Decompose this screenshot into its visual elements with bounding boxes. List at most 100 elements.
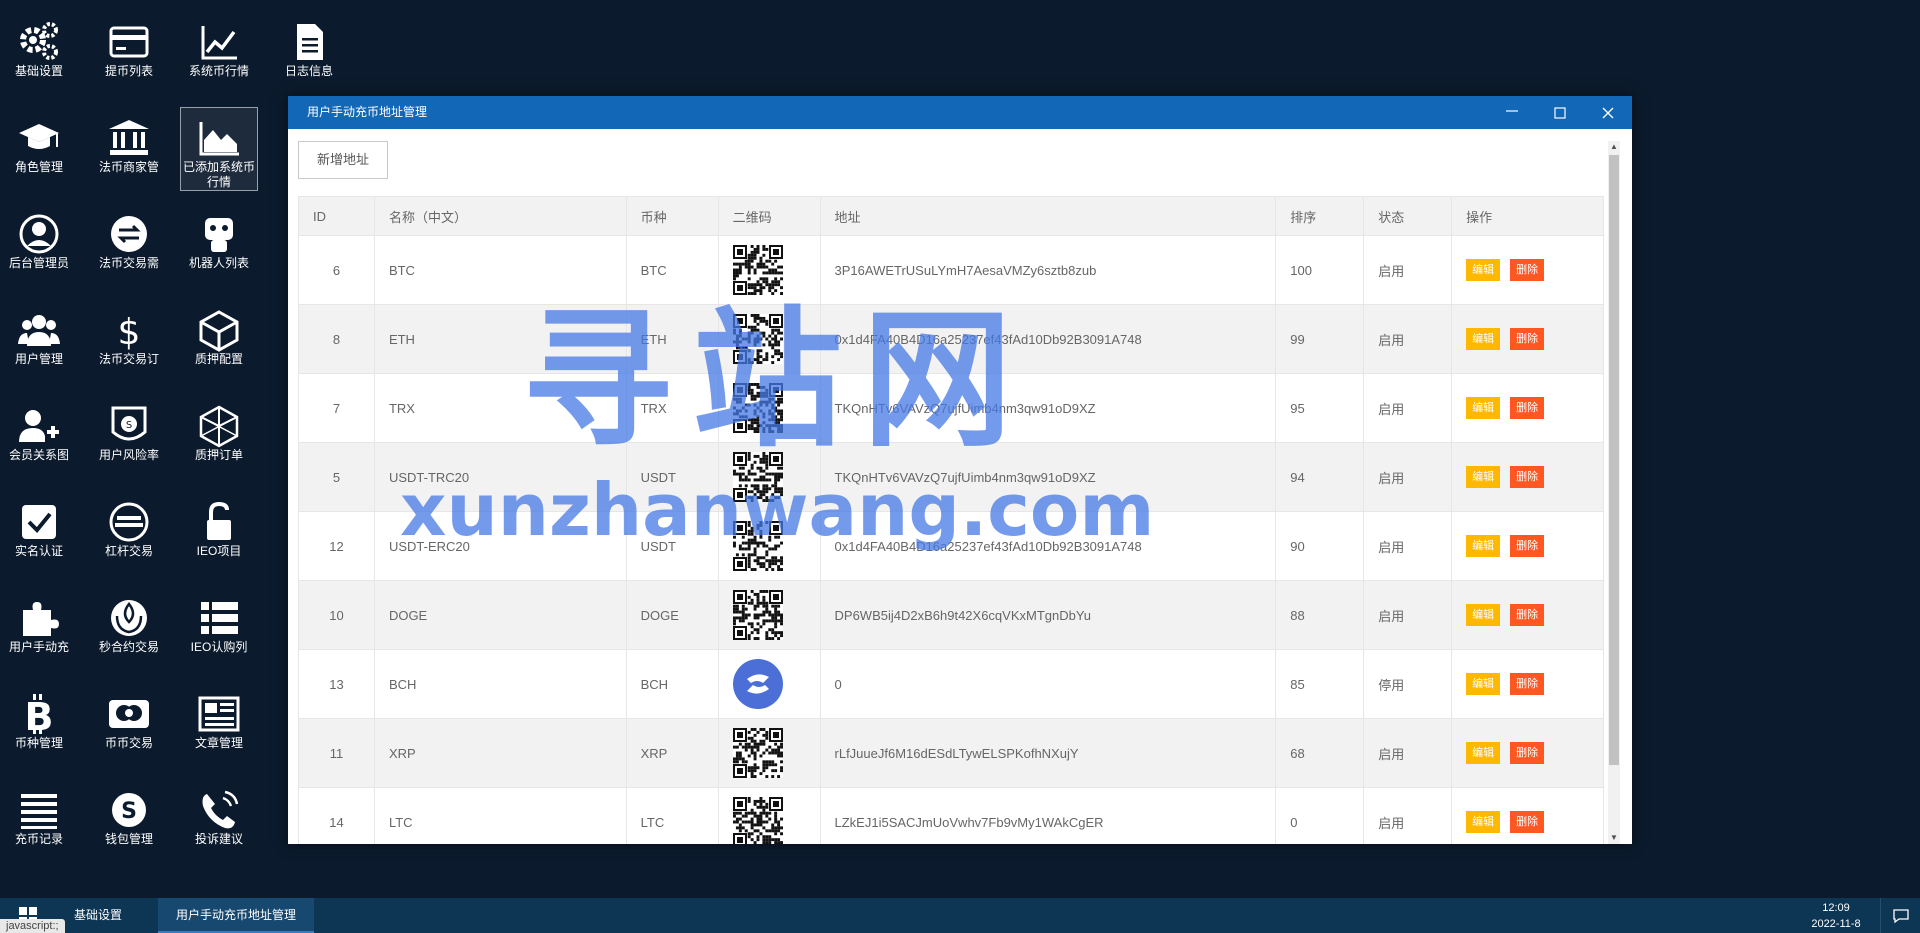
- desktop-icon-robot[interactable]: 机器人列表: [180, 204, 258, 271]
- taskbar-item-address-manager[interactable]: 用户手动充币地址管理: [158, 898, 315, 933]
- desktop-icon-label: 基础设置: [14, 64, 63, 78]
- maximize-button[interactable]: [1536, 96, 1584, 129]
- window-titlebar[interactable]: 用户手动充币地址管理: [288, 96, 1632, 129]
- graduation-cap-icon: [19, 124, 59, 149]
- table-header-row: ID 名称（中文） 币种 二维码 地址 排序 状态 操作: [298, 196, 1604, 236]
- cell-address: 0x1d4FA40B4D16a25237ef43fAd10Db92B3091A7…: [819, 511, 1277, 581]
- desktop-icon-cube[interactable]: 质押配置: [180, 300, 258, 367]
- desktop-icon-newspaper[interactable]: 文章管理: [180, 684, 258, 751]
- desktop-icon-graduation-cap[interactable]: 角色管理: [0, 108, 78, 175]
- desktop-icon-users[interactable]: 用户管理: [0, 300, 78, 367]
- cell-status: 启用: [1363, 304, 1453, 374]
- delete-button[interactable]: 删除: [1510, 604, 1545, 626]
- desktop-icon-shield-coin[interactable]: S 用户风险率: [90, 396, 168, 463]
- table-row: 13 BCH BCH 0 85 停用 编辑 删除: [298, 649, 1604, 719]
- edit-button[interactable]: 编辑: [1466, 535, 1501, 557]
- maximize-icon: [1554, 106, 1566, 119]
- cell-address: 0x1d4FA40B4D16a25237ef43fAd10Db92B3091A7…: [819, 304, 1277, 374]
- desktop-icon-bank[interactable]: 法币商家管: [90, 108, 168, 175]
- cell-id: 5: [298, 442, 375, 512]
- desktop-icon-user-plus[interactable]: 会员关系图: [0, 396, 78, 463]
- desktop-icon-ethereum[interactable]: 杠杆交易: [90, 492, 168, 559]
- cell-coin: XRP: [625, 718, 719, 788]
- cell-coin: USDT: [625, 511, 719, 581]
- cell-sort: 85: [1275, 649, 1365, 719]
- desktop-icon-gears[interactable]: 基础设置: [0, 12, 78, 79]
- delete-button[interactable]: 删除: [1510, 673, 1545, 695]
- users-icon: [18, 315, 60, 346]
- delete-button[interactable]: 删除: [1510, 466, 1545, 488]
- desktop-icon-line-chart[interactable]: 系统币行情: [180, 12, 258, 79]
- qr-code-icon: [732, 245, 783, 295]
- clock[interactable]: 12:09 2022-11-8: [1806, 900, 1866, 932]
- desktop-icon-label: IEO认购列: [190, 640, 248, 654]
- minimize-button[interactable]: [1488, 96, 1536, 129]
- list-icon: [201, 602, 238, 634]
- desktop-icon-exchange[interactable]: 法币交易需: [90, 204, 168, 271]
- qr-code-icon: [732, 314, 783, 364]
- svg-text:S: S: [126, 420, 132, 431]
- desktop-icon-dollar[interactable]: $ 法币交易订: [90, 300, 168, 367]
- taskbar-item-basic-settings[interactable]: 基础设置: [56, 898, 140, 933]
- cell-status: 启用: [1363, 373, 1453, 443]
- delete-button[interactable]: 删除: [1510, 535, 1545, 557]
- column-header: 二维码: [717, 196, 821, 236]
- notification-button[interactable]: [1880, 898, 1920, 933]
- cell-address: rLfJuueJf6M16dESdLTywELSPKofhNXujY: [819, 718, 1277, 788]
- desktop-icon-area-chart[interactable]: 已添加系统币行情: [180, 107, 258, 191]
- scroll-up-arrow[interactable]: ▲: [1608, 141, 1620, 153]
- table-row: 7 TRX TRX TKQnHTv6VAVzQ7ujfUimb4nm3qw91oD9X…: [298, 373, 1604, 443]
- operations-cell: 编辑 删除: [1451, 235, 1604, 305]
- desktop-icon-puzzle[interactable]: 用户手动充: [0, 588, 78, 655]
- edit-button[interactable]: 编辑: [1466, 328, 1501, 350]
- desktop-icon-label: 用户风险率: [98, 448, 159, 462]
- desktop-icon-skype[interactable]: S 钱包管理: [90, 780, 168, 847]
- desktop-icon-document[interactable]: 日志信息: [270, 12, 348, 79]
- desktop-icon-rebel[interactable]: 秒合约交易: [90, 588, 168, 655]
- operations-cell: 编辑 删除: [1451, 649, 1604, 719]
- edit-button[interactable]: 编辑: [1466, 811, 1501, 833]
- user-circle-icon: [19, 214, 59, 254]
- desktop-icon-list[interactable]: IEO认购列: [180, 588, 258, 655]
- edit-button[interactable]: 编辑: [1466, 466, 1501, 488]
- column-header: 名称（中文）: [373, 196, 627, 236]
- cell-sort: 94: [1275, 442, 1365, 512]
- qr-cell: [717, 718, 821, 788]
- cell-id: 11: [298, 718, 375, 788]
- desktop-icon-polyhedron[interactable]: 质押订单: [180, 396, 258, 463]
- table-row: 6 BTC BTC 3P16AWETrUSuLYmH7AesaVMZy6sztb8zu…: [298, 235, 1604, 305]
- qr-cell: [717, 580, 821, 650]
- delete-button[interactable]: 删除: [1510, 259, 1545, 281]
- desktop-icon-mastercard[interactable]: 币币交易: [90, 684, 168, 751]
- cell-name: TRX: [373, 373, 627, 443]
- desktop-icon-unlock[interactable]: IEO项目: [180, 492, 258, 559]
- operations-cell: 编辑 删除: [1451, 718, 1604, 788]
- column-header: ID: [298, 196, 375, 236]
- desktop-icon-user-circle[interactable]: 后台管理员: [0, 204, 78, 271]
- desktop-icon-credit-card[interactable]: 提币列表: [90, 12, 168, 79]
- qr-code-icon: [732, 521, 783, 571]
- edit-button[interactable]: 编辑: [1466, 259, 1501, 281]
- operations-cell: 编辑 删除: [1451, 511, 1604, 581]
- vertical-scrollbar[interactable]: ▲ ▼: [1608, 141, 1620, 844]
- edit-button[interactable]: 编辑: [1466, 604, 1501, 626]
- qr-cell: [717, 373, 821, 443]
- scroll-thumb[interactable]: [1609, 155, 1619, 765]
- desktop-icon-lines[interactable]: 充币记录: [0, 780, 78, 847]
- delete-button[interactable]: 删除: [1510, 811, 1545, 833]
- add-address-button[interactable]: 新增地址: [298, 141, 389, 179]
- scroll-down-arrow[interactable]: ▼: [1608, 832, 1620, 844]
- edit-button[interactable]: 编辑: [1466, 742, 1501, 764]
- delete-button[interactable]: 删除: [1510, 328, 1545, 350]
- desktop-icon-bitcoin[interactable]: B 币种管理: [0, 684, 78, 751]
- desktop-icon-phone[interactable]: 投诉建议: [180, 780, 258, 847]
- close-icon: [1602, 107, 1614, 118]
- phone-icon: [202, 790, 239, 829]
- close-button[interactable]: [1584, 96, 1632, 129]
- edit-button[interactable]: 编辑: [1466, 673, 1501, 695]
- desktop-icon-checkbox[interactable]: 实名认证: [0, 492, 78, 559]
- delete-button[interactable]: 删除: [1510, 397, 1545, 419]
- qr-code-icon: [732, 383, 783, 433]
- delete-button[interactable]: 删除: [1510, 742, 1545, 764]
- edit-button[interactable]: 编辑: [1466, 397, 1501, 419]
